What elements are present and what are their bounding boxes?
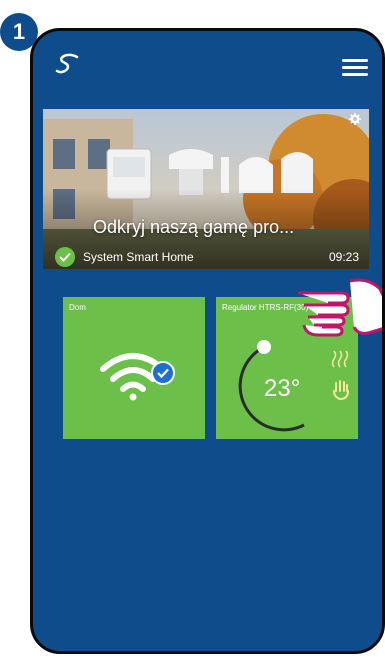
tile-title: Regulator HTRS-RF(30) xyxy=(222,303,309,312)
temperature-value: 23° xyxy=(264,375,301,402)
banner-status: System Smart Home xyxy=(55,247,194,267)
hand-icon xyxy=(333,380,349,401)
step-number-badge: 1 xyxy=(0,13,38,51)
banner-title: Odkryj naszą gamę pro... xyxy=(93,217,295,237)
dial-knob-icon xyxy=(257,340,271,354)
menu-icon[interactable] xyxy=(342,59,368,77)
check-circle-icon xyxy=(55,247,75,267)
heating-icon xyxy=(331,350,349,368)
banner-image xyxy=(43,109,369,269)
status-label: System Smart Home xyxy=(83,250,194,264)
pointing-hand-icon xyxy=(298,278,382,337)
device-tile-dom[interactable]: Dom xyxy=(63,297,205,439)
settings-gear-icon[interactable] xyxy=(349,113,361,125)
promo-banner[interactable]: Odkryj naszą gamę pro... System Smart Ho… xyxy=(43,109,369,269)
phone-frame: Odkryj naszą gamę pro... System Smart Ho… xyxy=(30,28,385,654)
check-badge-icon xyxy=(151,361,175,385)
tile-title: Dom xyxy=(69,303,86,312)
wifi-icon xyxy=(100,353,175,401)
app-logo-icon xyxy=(55,53,79,74)
banner-time: 09:23 xyxy=(328,250,359,264)
